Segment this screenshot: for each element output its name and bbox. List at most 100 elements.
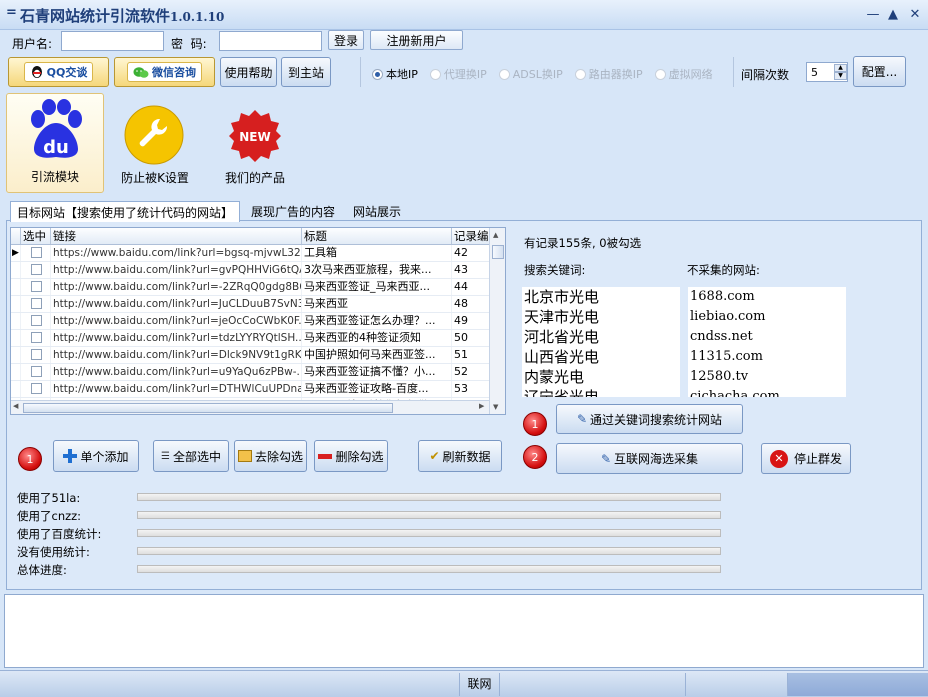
row-checkbox[interactable]	[31, 315, 42, 326]
cell-link[interactable]: http://www.baidu.com/link?url=u9YaQu6zPB…	[51, 364, 302, 380]
ip-mode-radio-group: 本地IP 代理换IP ADSL换IP 路由器换IP 虚拟网络	[372, 66, 713, 82]
row-checkbox[interactable]	[31, 332, 42, 343]
grid-horizontal-scrollbar[interactable]: ◀ ▶	[11, 400, 489, 414]
radio-label: 代理换IP	[443, 68, 487, 81]
row-checkbox[interactable]	[31, 383, 42, 394]
table-row[interactable]: http://www.baidu.com/link?url=tdzLYYRYQt…	[11, 330, 505, 347]
cell-link[interactable]: http://www.baidu.com/link?url=DTHWlCuUPD…	[51, 381, 302, 397]
grid-vertical-scrollbar[interactable]: ▲ ▼	[489, 228, 505, 414]
main-site-button[interactable]: 到主站	[281, 57, 331, 87]
progress-bar	[137, 547, 721, 555]
cell-link[interactable]: http://www.baidu.com/link?url=tdzLYYRYQt…	[51, 330, 302, 346]
qq-penguin-icon	[31, 66, 42, 78]
row-checkbox[interactable]	[31, 247, 42, 258]
wechat-button[interactable]: 微信咨询	[114, 57, 215, 87]
help-button[interactable]: 使用帮助	[220, 57, 277, 87]
close-icon[interactable]: ✕	[906, 6, 924, 24]
internet-collect-button[interactable]: ✎ 互联网海选采集	[556, 443, 743, 474]
row-checkbox[interactable]	[31, 366, 42, 377]
maximize-icon[interactable]: ▲	[884, 6, 902, 24]
password-input[interactable]	[219, 31, 322, 51]
row-indicator	[11, 381, 21, 397]
stepper-up-icon[interactable]: ▲	[834, 64, 847, 72]
cell-link[interactable]: http://www.baidu.com/link?url=-2ZRqQ0gdg…	[51, 279, 302, 295]
ip-mode-radio: ADSL换IP	[498, 66, 563, 82]
table-row[interactable]: http://www.baidu.com/link?url=JuCLDuuB7S…	[11, 296, 505, 313]
excluded-sites-textbox[interactable]: 1688.com liebiao.com cndss.net 11315.com 125…	[688, 287, 846, 397]
table-row[interactable]: http://www.baidu.com/link?url=gvPQHHViG6…	[11, 262, 505, 279]
keywords-textbox[interactable]: 北京市光电 天津市光电 河北省光电 山西省光电 内蒙光电 辽宁省光电	[522, 287, 680, 397]
table-row[interactable]: http://www.baidu.com/link?url=jeOcCoCWbK…	[11, 313, 505, 330]
scroll-down-icon[interactable]: ▼	[493, 403, 498, 411]
module-tile-traffic[interactable]: du 引流模块	[6, 93, 104, 193]
table-row[interactable]: ▶ https://www.baidu.com/link?url=bgsq-mjv…	[11, 245, 505, 262]
pen-icon: ✎	[576, 412, 588, 426]
cell-link[interactable]: http://www.baidu.com/link?url=JuCLDuuB7S…	[51, 296, 302, 312]
row-indicator	[11, 330, 21, 346]
login-button[interactable]: 登录	[328, 30, 364, 50]
stepper-down-icon[interactable]: ▼	[834, 72, 847, 80]
minimize-icon[interactable]: —	[864, 6, 882, 24]
scroll-up-icon[interactable]: ▲	[493, 231, 498, 239]
deselect-button[interactable]: 去除勾选	[234, 440, 307, 472]
table-row[interactable]: http://www.baidu.com/link?url=u9YaQu6zPB…	[11, 364, 505, 381]
radio-dot-icon	[574, 68, 586, 80]
step-1-badge-left: 1	[18, 447, 42, 471]
table-row[interactable]: http://www.baidu.com/link?url=-2ZRqQ0gdg…	[11, 279, 505, 296]
column-header-select[interactable]: 选中	[21, 228, 51, 244]
module-tile-anti-k[interactable]: 防止被K设置	[112, 93, 198, 193]
tab-ad-content[interactable]: 展现广告的内容	[245, 201, 341, 222]
interval-value: 5	[811, 66, 818, 79]
row-checkbox[interactable]	[31, 349, 42, 360]
new-badge-icon: NEW	[229, 110, 281, 162]
wechat-label: 微信咨询	[152, 66, 196, 79]
module-tile-products[interactable]: NEW 我们的产品	[212, 93, 298, 193]
stop-button[interactable]: ✕ 停止群发	[761, 443, 851, 474]
column-header-link[interactable]: 链接	[51, 228, 302, 244]
radio-dot-icon	[654, 68, 666, 80]
cell-link[interactable]: https://www.baidu.com/link?url=bgsq-mjvw…	[51, 245, 302, 261]
row-checkbox[interactable]	[31, 298, 42, 309]
cell-id: 43	[452, 262, 490, 278]
progress-bar	[137, 529, 721, 537]
cell-link[interactable]: http://www.baidu.com/link?url=jeOcCoCWbK…	[51, 313, 302, 329]
keyword-search-button[interactable]: ✎ 通过关键词搜索统计网站	[556, 404, 743, 434]
refresh-button[interactable]: ✔ 刷新数据	[418, 440, 502, 472]
scrollbar-thumb[interactable]	[492, 245, 504, 259]
register-button[interactable]: 注册新用户	[370, 30, 463, 50]
interval-stepper[interactable]: 5 ▲ ▼	[806, 62, 848, 82]
cell-title: 工具箱	[302, 245, 452, 261]
qq-chat-button[interactable]: QQ交谈	[8, 57, 109, 87]
record-summary: 有记录155条, 0被勾选	[524, 236, 642, 250]
target-sites-grid[interactable]: 选中 链接 标题 记录编 ▶ https://www.baidu.com/link…	[10, 227, 506, 415]
column-header-id[interactable]: 记录编	[452, 228, 490, 244]
delete-checked-button[interactable]: 删除勾选	[314, 440, 388, 472]
select-all-button[interactable]: ☰ 全部选中	[153, 440, 229, 472]
scroll-right-icon[interactable]: ▶	[479, 402, 484, 410]
cell-title: 马来西亚签证搞不懂？小...	[302, 364, 452, 380]
row-checkbox[interactable]	[31, 281, 42, 292]
cell-link[interactable]: http://www.baidu.com/link?url=Dlck9NV9t1…	[51, 347, 302, 363]
cell-title: 3次马来西亚旅程，我来...	[302, 262, 452, 278]
tab-site-showcase[interactable]: 网站展示	[347, 201, 407, 222]
ip-mode-radio[interactable]: 本地IP	[372, 66, 418, 82]
config-button[interactable]: 配置...	[853, 56, 906, 87]
toolbar-divider	[360, 57, 361, 87]
stop-icon: ✕	[769, 449, 788, 468]
log-output[interactable]	[4, 594, 924, 668]
tab-target-sites[interactable]: 目标网站【搜索使用了统计代码的网站】	[10, 201, 241, 222]
system-menu-icon[interactable]: =	[6, 5, 17, 20]
table-row[interactable]: http://www.baidu.com/link?url=DTHWlCuUPD…	[11, 381, 505, 398]
cell-title: 中国护照如何马来西亚签...	[302, 347, 452, 363]
list-item: liebiao.com	[690, 309, 766, 324]
table-row[interactable]: http://www.baidu.com/link?url=Dlck9NV9t1…	[11, 347, 505, 364]
row-checkbox[interactable]	[31, 264, 42, 275]
scroll-left-icon[interactable]: ◀	[13, 402, 18, 410]
cell-link[interactable]: http://www.baidu.com/link?url=gvPQHHViG6…	[51, 262, 302, 278]
baidu-paw-icon: du	[31, 99, 82, 158]
row-checkbox-cell	[21, 364, 51, 380]
column-header-title[interactable]: 标题	[302, 228, 452, 244]
username-input[interactable]	[61, 31, 164, 51]
add-single-button[interactable]: 单个添加	[53, 440, 139, 472]
hscroll-thumb[interactable]	[23, 403, 393, 413]
